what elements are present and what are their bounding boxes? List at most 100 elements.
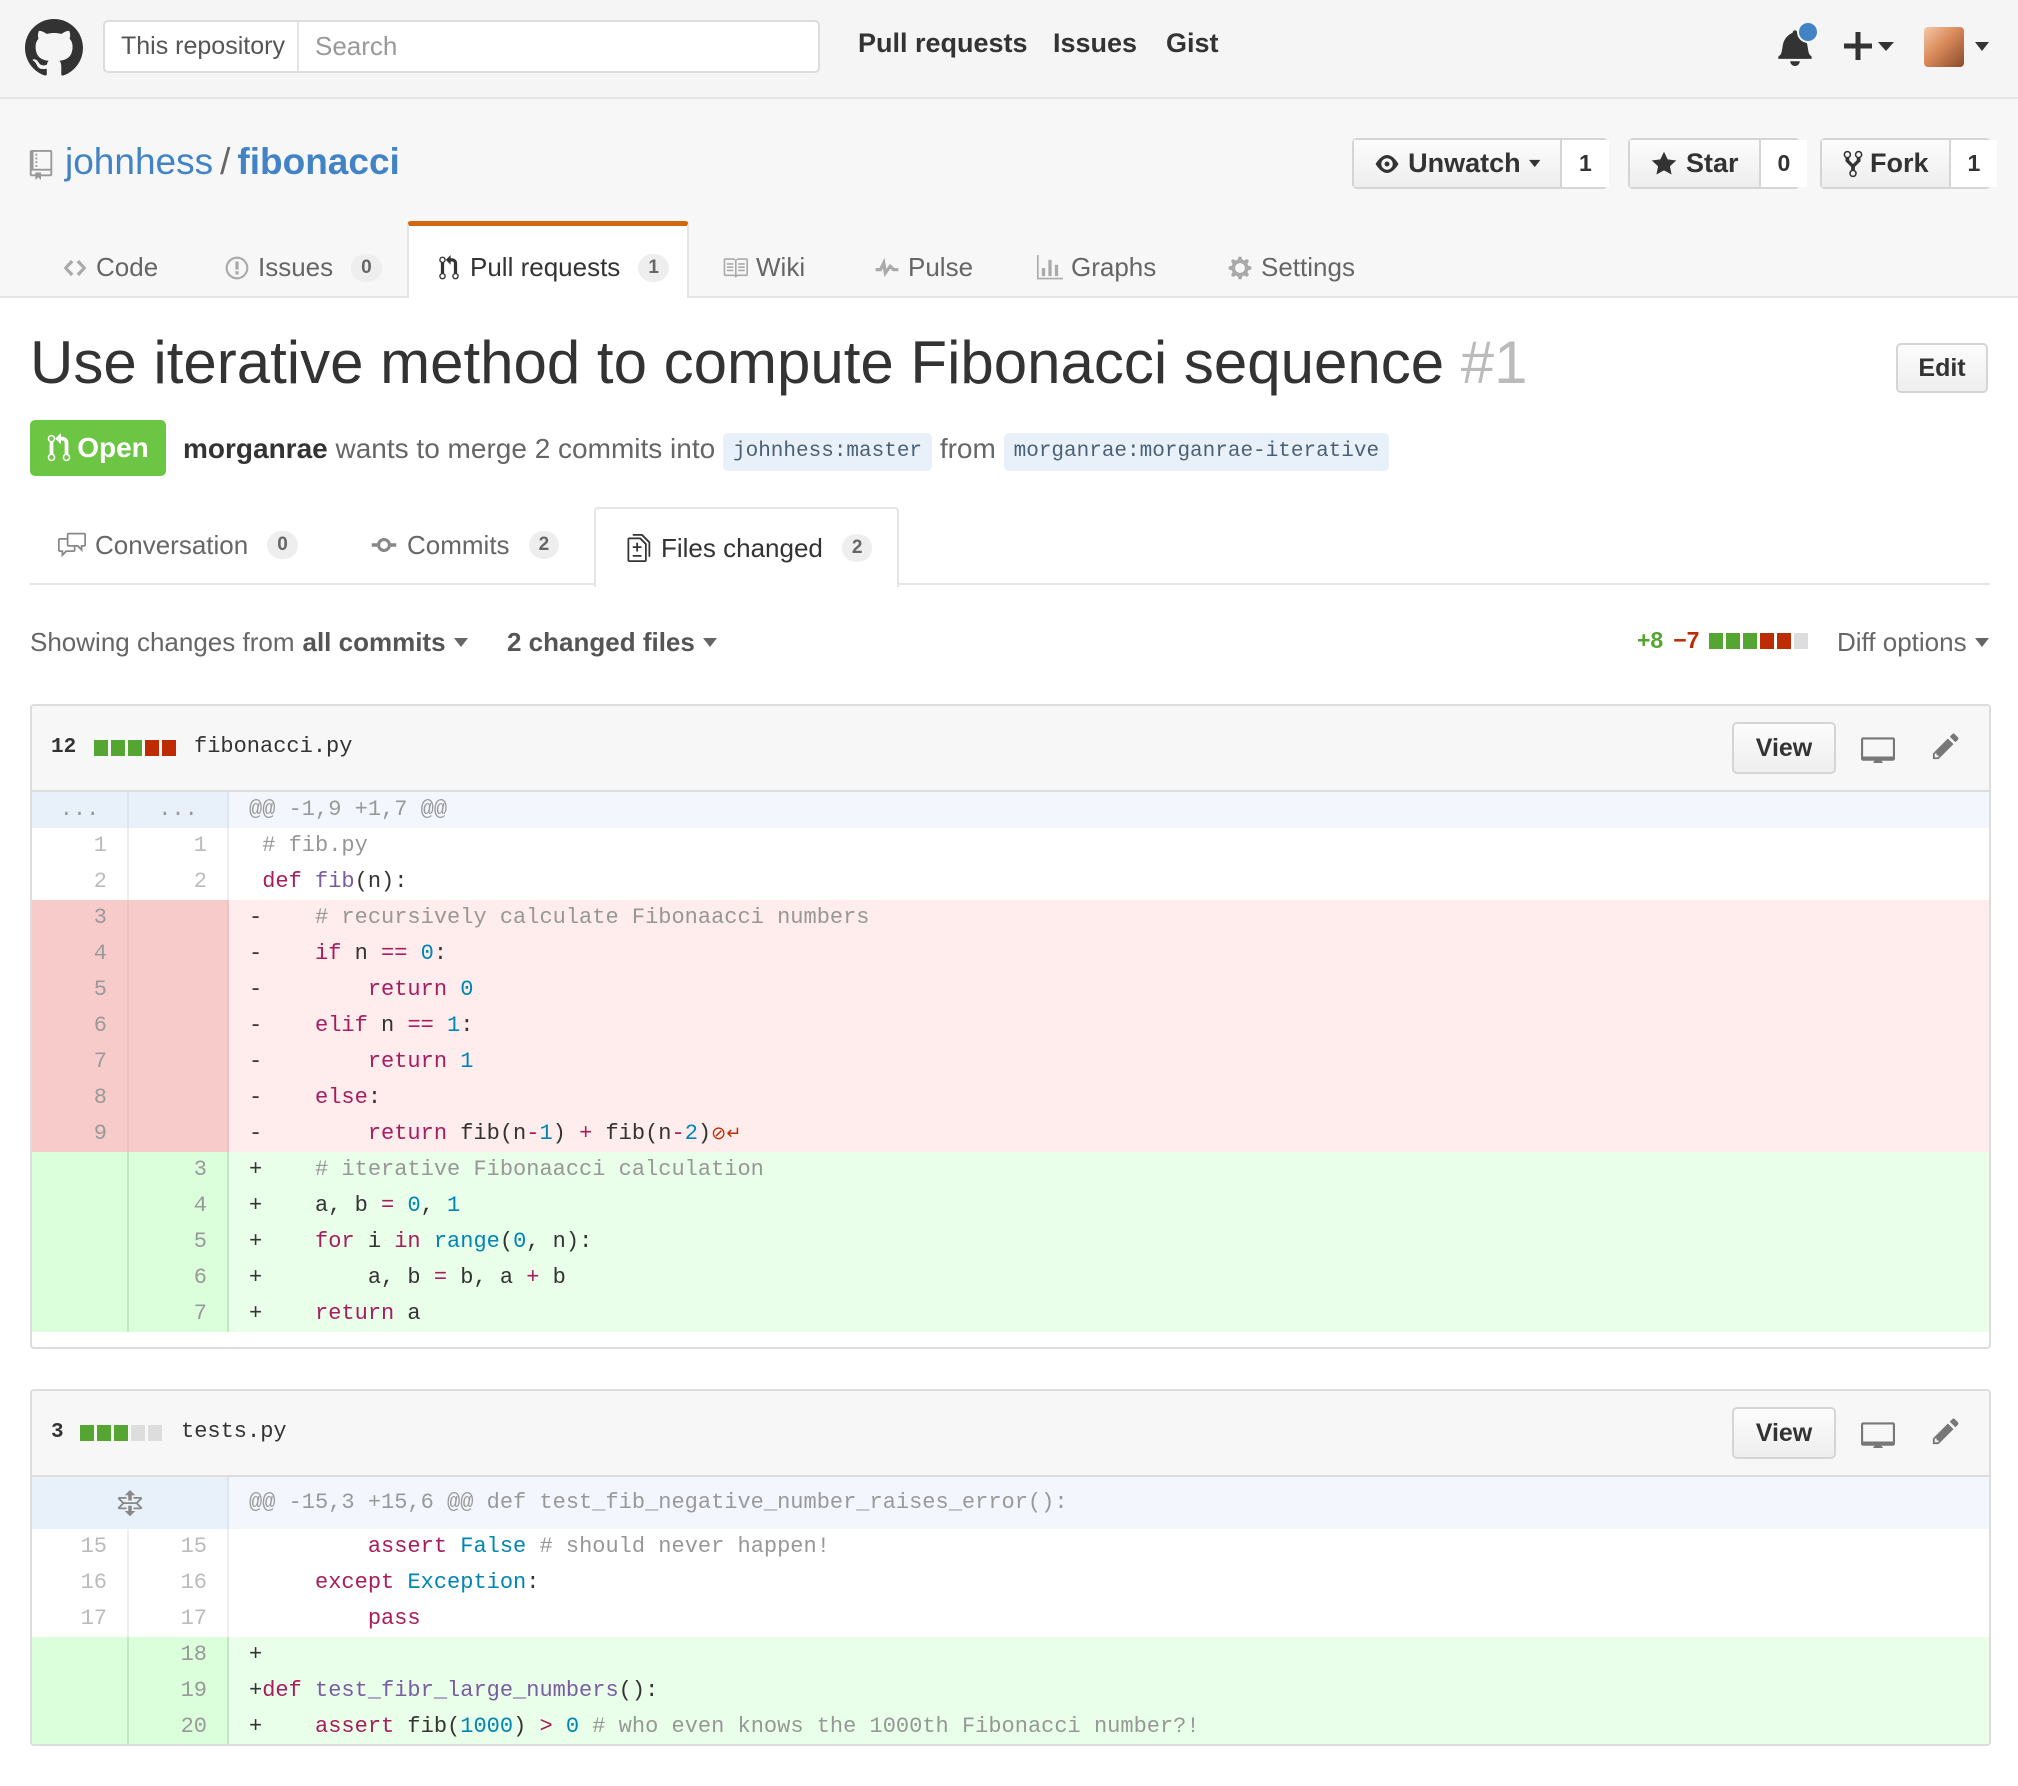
tab-graphs[interactable]: Graphs	[1037, 240, 1156, 295]
view-file-button[interactable]: View	[1732, 1407, 1836, 1459]
fork-label: Fork	[1870, 148, 1929, 178]
chevron-down-icon	[453, 638, 468, 647]
commit-icon	[371, 538, 397, 552]
file-diff: 3 tests.py View @@ -15,3 +15,6 @@ def te…	[30, 1389, 1991, 1746]
diff-line-deleted: 3- # recursively calculate Fibonaacci nu…	[32, 900, 1989, 936]
file-header: 12 fibonacci.py View	[32, 706, 1989, 792]
wiki-icon	[723, 257, 748, 278]
pr-number: #1	[1460, 329, 1528, 396]
pr-meta: morganrae wants to merge 2 commits into …	[183, 433, 1390, 471]
file-diffstat	[94, 740, 176, 756]
search-box: This repository	[103, 20, 820, 73]
no-newline-icon: ⊘↵	[711, 1123, 742, 1144]
star-button[interactable]: Star	[1630, 140, 1761, 187]
fork-count[interactable]: 1	[1950, 140, 1998, 187]
star-count[interactable]: 0	[1760, 140, 1808, 187]
star-label: Star	[1686, 148, 1739, 178]
tab-files-changed[interactable]: Files changed 2	[594, 507, 899, 587]
file-name[interactable]: fibonacci.py	[194, 734, 352, 759]
diff-line-deleted: 5- return 0	[32, 972, 1989, 1008]
tab-conversation-label: Conversation	[95, 529, 249, 560]
head-branch-name: morganrae-iterative	[1139, 440, 1380, 463]
showing-value: all commits	[302, 627, 446, 657]
diff-line-added: 3 + # iterative Fibonaacci calculation	[32, 1152, 1989, 1188]
edit-button[interactable]: Edit	[1896, 343, 1988, 393]
diff-line-deleted: 7- return 1	[32, 1044, 1989, 1080]
file-change-count: 12	[51, 736, 77, 759]
expand-lines[interactable]	[32, 1477, 229, 1529]
head-branch-owner: morganrae	[1013, 440, 1128, 463]
tab-wiki[interactable]: Wiki	[722, 240, 805, 295]
diffstat-additions: +8	[1637, 627, 1664, 653]
tab-pulse[interactable]: Pulse	[874, 240, 973, 295]
plus-icon[interactable]	[1844, 26, 1898, 66]
chevron-down-icon[interactable]	[1975, 42, 1989, 51]
tab-issues[interactable]: Issues 0	[224, 240, 382, 295]
desktop-icon[interactable]	[1861, 733, 1895, 763]
avatar[interactable]	[1924, 27, 1964, 67]
diffstat: +8 −7	[1637, 627, 1809, 654]
header-nav-pull-requests[interactable]: Pull requests	[858, 28, 1028, 59]
header-nav-issues[interactable]: Issues	[1053, 28, 1137, 59]
conversation-counter: 0	[267, 531, 298, 559]
header-nav-gist[interactable]: Gist	[1166, 28, 1219, 59]
line-number: ...	[32, 792, 129, 828]
tab-commits[interactable]: Commits 2	[370, 507, 560, 583]
star-icon	[1651, 151, 1677, 174]
files-changed-counter: 2	[841, 534, 873, 562]
github-logo-icon[interactable]	[25, 19, 83, 77]
fork-button[interactable]: Fork	[1822, 140, 1951, 187]
code-icon	[63, 259, 87, 276]
pull-request-icon	[439, 254, 459, 279]
changed-files-select[interactable]: 2 changed files	[507, 627, 717, 658]
tab-settings-label: Settings	[1261, 252, 1355, 282]
pull-request-icon	[47, 433, 71, 462]
diff-line-deleted: 9- return fib(n-1) + fib(n-2)⊘↵	[32, 1116, 1989, 1152]
tab-pulse-label: Pulse	[908, 252, 974, 282]
status-badge: Open	[30, 420, 166, 476]
showing-prefix: Showing changes from	[30, 627, 295, 657]
file-diffstat	[80, 1425, 162, 1441]
tab-files-changed-label: Files changed	[661, 532, 823, 563]
tab-code[interactable]: Code	[62, 240, 158, 295]
search-input[interactable]	[301, 25, 815, 67]
head-branch[interactable]: morganrae:morganrae-iterative	[1003, 433, 1390, 471]
tab-code-label: Code	[96, 252, 159, 282]
tabs-divider	[30, 583, 1990, 585]
tab-conversation[interactable]: Conversation 0	[58, 507, 298, 583]
pencil-icon[interactable]	[1931, 731, 1961, 761]
file-diff: 12 fibonacci.py View ...... @@ -1,9 +1,7 …	[30, 704, 1991, 1349]
repo-name-link[interactable]: fibonacci	[237, 141, 399, 182]
commit-range-select[interactable]: Showing changes from all commits	[30, 627, 468, 658]
repo-separator: /	[220, 141, 231, 182]
pr-from-text: from	[939, 433, 996, 464]
diff-options-label: Diff options	[1837, 627, 1967, 657]
diff-options-select[interactable]: Diff options	[1837, 627, 1989, 658]
diff-line: 17 17 pass	[32, 1601, 1989, 1637]
diff-line: 22 def fib(n):	[32, 864, 1989, 900]
file-name[interactable]: tests.py	[181, 1419, 287, 1444]
diff-line-added: 18 +	[32, 1637, 1989, 1673]
watch-count[interactable]: 1	[1562, 140, 1609, 187]
pr-title-text: Use iterative method to compute Fibonacc…	[30, 329, 1445, 396]
diff-line: 16 16 except Exception:	[32, 1565, 1989, 1601]
desktop-icon[interactable]	[1861, 1418, 1895, 1448]
diffstat-deletions: −7	[1673, 627, 1700, 653]
base-branch[interactable]: johnhess:master	[722, 433, 933, 471]
view-file-button[interactable]: View	[1732, 722, 1836, 774]
repo-owner-link[interactable]: johnhess	[65, 141, 213, 182]
pr-author-link[interactable]: morganrae	[183, 433, 328, 464]
pencil-icon[interactable]	[1931, 1416, 1961, 1446]
tab-pull-requests[interactable]: Pull requests 1	[436, 240, 669, 295]
tab-graphs-label: Graphs	[1071, 252, 1157, 282]
search-scope-label[interactable]: This repository	[105, 22, 299, 71]
unwatch-button[interactable]: Unwatch	[1354, 140, 1562, 187]
status-badge-label: Open	[77, 432, 149, 463]
chevron-down-icon	[1528, 159, 1540, 168]
chevron-down-icon	[702, 638, 717, 647]
pr-merge-text: wants to merge 2 commits into	[335, 433, 716, 464]
diff-line-added: 5 + for i in range(0, n):	[32, 1224, 1989, 1260]
tab-settings[interactable]: Settings	[1227, 240, 1355, 295]
repo-title: johnhess / fibonacci	[65, 141, 400, 183]
unwatch-label: Unwatch	[1408, 148, 1521, 178]
